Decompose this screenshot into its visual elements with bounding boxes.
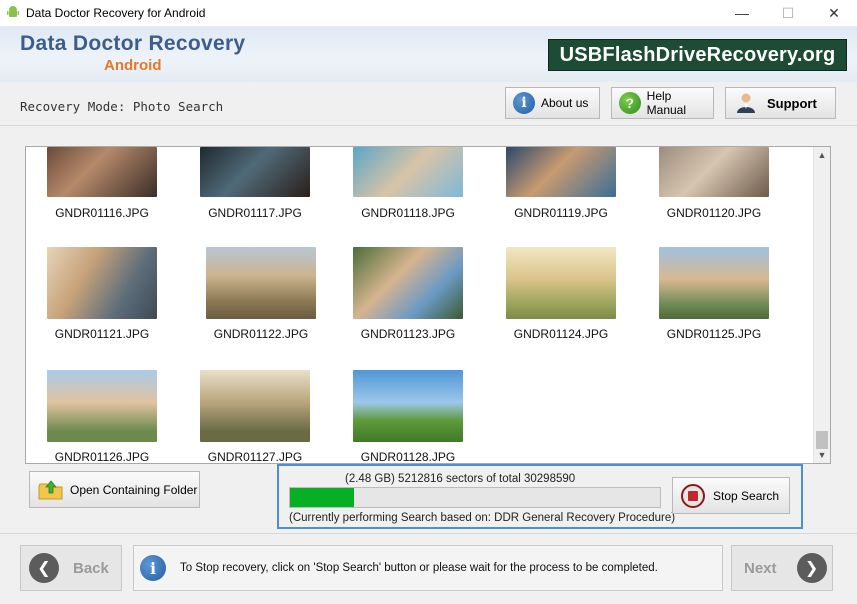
photo-item[interactable]: GNDR01122.JPG: [206, 247, 316, 341]
photo-filename: GNDR01120.JPG: [666, 206, 762, 220]
photo-filename: GNDR01123.JPG: [360, 327, 456, 341]
progress-procedure-note: (Currently performing Search based on: D…: [289, 512, 676, 524]
photo-item[interactable]: GNDR01128.JPG: [353, 370, 463, 464]
photo-filename: GNDR01125.JPG: [666, 327, 762, 341]
photo-item[interactable]: GNDR01120.JPG: [659, 147, 769, 220]
progress-bar-fill: [290, 488, 354, 507]
photo-item[interactable]: GNDR01118.JPG: [353, 147, 463, 220]
back-label: Back: [73, 559, 109, 577]
minimize-button[interactable]: —: [719, 0, 765, 26]
stop-icon: [681, 483, 705, 508]
photo-thumbnail: [659, 247, 769, 319]
open-containing-folder-button[interactable]: Open Containing Folder: [29, 471, 200, 508]
brand-subtitle: Android: [104, 57, 162, 74]
photo-item[interactable]: GNDR01123.JPG: [353, 247, 463, 341]
photo-filename: GNDR01116.JPG: [55, 206, 149, 220]
maximize-button[interactable]: ☐: [765, 0, 811, 26]
photo-thumbnail: [659, 147, 769, 197]
support-person-icon: [737, 93, 755, 113]
photo-thumbnail: [47, 147, 157, 197]
photo-filename: GNDR01122.JPG: [213, 327, 309, 341]
photo-filename: GNDR01119.JPG: [514, 206, 608, 220]
close-button[interactable]: ✕: [811, 0, 857, 26]
info-message-box: i To Stop recovery, click on 'Stop Searc…: [133, 545, 723, 591]
window-title: Data Doctor Recovery for Android: [26, 6, 206, 20]
search-progress-panel: (2.48 GB) 5212816 sectors of total 30298…: [277, 464, 803, 529]
photo-thumbnail: [206, 247, 316, 319]
question-icon: ?: [619, 92, 641, 114]
photo-item[interactable]: GNDR01116.JPG: [47, 147, 157, 220]
site-badge: USBFlashDriveRecovery.org: [548, 39, 847, 71]
photo-thumbnail: [47, 370, 157, 442]
photo-item[interactable]: GNDR01127.JPG: [200, 370, 310, 464]
photo-thumbnail: [506, 147, 616, 197]
photo-item[interactable]: GNDR01119.JPG: [506, 147, 616, 220]
photo-item[interactable]: GNDR01121.JPG: [47, 247, 157, 341]
open-folder-label: Open Containing Folder: [70, 482, 198, 497]
photo-item[interactable]: GNDR01117.JPG: [200, 147, 310, 220]
photo-thumbnail: [506, 247, 616, 319]
info-message: To Stop recovery, click on 'Stop Search'…: [180, 562, 658, 574]
brand-title: Data Doctor Recovery: [20, 32, 246, 55]
about-us-label: About us: [541, 96, 589, 110]
photo-filename: GNDR01121.JPG: [54, 327, 150, 341]
scroll-down-arrow-icon[interactable]: ▼: [814, 447, 830, 463]
support-button[interactable]: Support: [725, 87, 836, 119]
scroll-up-arrow-icon[interactable]: ▲: [814, 147, 830, 163]
photo-filename: GNDR01126.JPG: [54, 450, 150, 464]
photo-filename: GNDR01128.JPG: [360, 450, 456, 464]
photo-item[interactable]: GNDR01124.JPG: [506, 247, 616, 341]
support-label: Support: [767, 95, 817, 111]
photo-thumbnail: [200, 370, 310, 442]
photo-filename: GNDR01117.JPG: [208, 206, 302, 220]
recovery-mode-label: Recovery Mode: Photo Search: [20, 99, 224, 114]
folder-up-icon: [38, 479, 63, 499]
android-icon: [7, 6, 19, 17]
photo-item[interactable]: GNDR01126.JPG: [47, 370, 157, 464]
gallery-scrollbar[interactable]: ▲ ▼: [813, 147, 830, 463]
footer-divider: [0, 533, 857, 534]
next-button[interactable]: Next ❯: [731, 545, 833, 591]
help-manual-button[interactable]: ? Help Manual: [611, 87, 714, 119]
stop-search-label: Stop Search: [713, 488, 780, 503]
progress-bar: [289, 487, 661, 508]
help-manual-label: Help Manual: [646, 89, 687, 117]
back-button[interactable]: ❮ Back: [20, 545, 122, 591]
app-header: Data Doctor Recovery Android USBFlashDri…: [0, 26, 857, 82]
about-us-button[interactable]: i About us: [505, 87, 600, 119]
photo-filename: GNDR01118.JPG: [361, 206, 455, 220]
photo-thumbnail: [353, 370, 463, 442]
photo-thumbnail: [353, 247, 463, 319]
recovered-photos-gallery: GNDR01116.JPG GNDR01117.JPG GNDR01118.JP…: [25, 146, 831, 464]
stop-search-button[interactable]: Stop Search: [672, 477, 790, 514]
photo-item[interactable]: GNDR01125.JPG: [659, 247, 769, 341]
photo-thumbnail: [200, 147, 310, 197]
photo-filename: GNDR01127.JPG: [207, 450, 303, 464]
info-icon: i: [140, 555, 166, 581]
progress-status-text: (2.48 GB) 5212816 sectors of total 30298…: [345, 473, 576, 485]
info-icon: i: [513, 92, 535, 114]
title-bar: Data Doctor Recovery for Android — ☐ ✕: [0, 0, 857, 26]
photo-thumbnail: [353, 147, 463, 197]
next-label: Next: [744, 559, 777, 577]
photo-thumbnail: [47, 247, 157, 319]
mode-bar: Recovery Mode: Photo Search i About us ?…: [0, 82, 857, 126]
back-arrow-icon: ❮: [29, 553, 59, 583]
photo-filename: GNDR01124.JPG: [513, 327, 609, 341]
next-arrow-icon: ❯: [796, 553, 827, 583]
